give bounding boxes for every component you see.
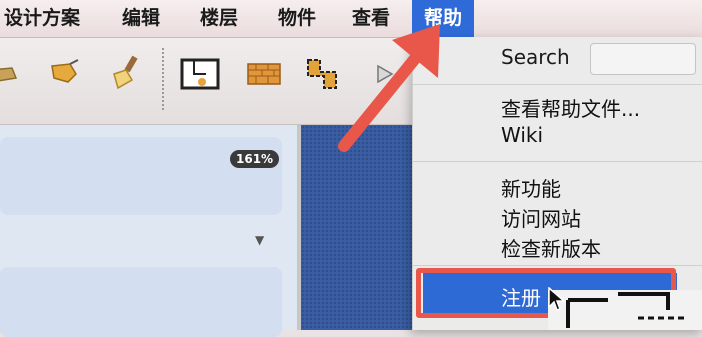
furniture-catalog-panel[interactable] xyxy=(0,137,282,215)
annotation-arrow-icon xyxy=(338,24,440,152)
paintbrush-icon[interactable] xyxy=(104,52,148,96)
help-search-label: Search xyxy=(501,45,570,69)
mouse-cursor-icon xyxy=(548,287,566,311)
menu-item-check-update[interactable]: 检查新版本 xyxy=(501,233,601,262)
menu-edit[interactable]: 编辑 xyxy=(122,0,160,37)
menu-design[interactable]: 设计方案 xyxy=(4,0,80,37)
help-search-input[interactable] xyxy=(590,43,696,75)
menu-levels[interactable]: 楼层 xyxy=(200,0,238,37)
plan-preview-edge xyxy=(548,290,702,330)
menu-item-new-features[interactable]: 新功能 xyxy=(501,173,561,202)
menu-separator xyxy=(413,161,702,162)
toolbar-separator xyxy=(162,48,164,110)
bucket-icon[interactable] xyxy=(44,52,88,96)
zoom-level-badge: 161% xyxy=(230,150,280,168)
menu-item-wiki[interactable]: Wiki xyxy=(501,123,543,147)
menu-separator xyxy=(413,265,702,266)
collapse-triangle-icon[interactable]: ▼ xyxy=(255,233,264,247)
brick-wall-icon[interactable] xyxy=(242,52,286,96)
menu-item-visit-website[interactable]: 访问网站 xyxy=(501,203,581,232)
shape-icon[interactable] xyxy=(0,52,30,96)
menu-objects[interactable]: 物件 xyxy=(278,0,316,37)
furniture-list-panel[interactable] xyxy=(0,267,282,337)
menu-item-view-help[interactable]: 查看帮助文件... xyxy=(501,93,640,122)
room-plan-icon[interactable] xyxy=(178,52,222,96)
